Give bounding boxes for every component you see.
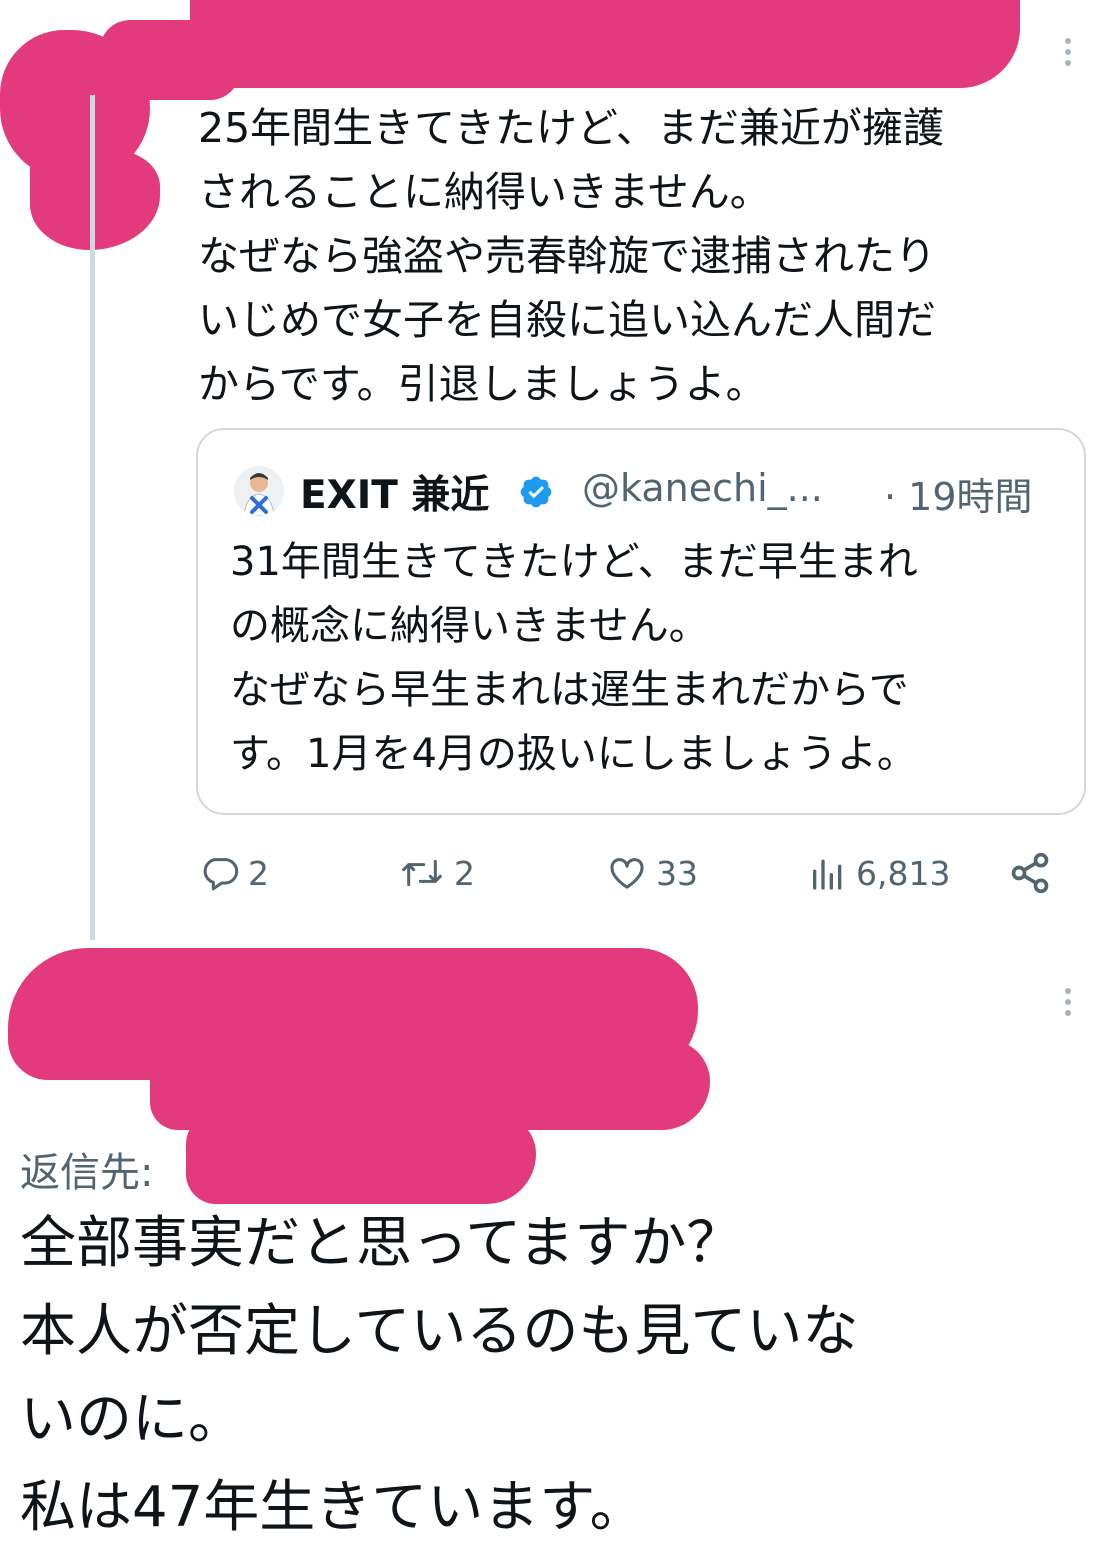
views-count: 6,813	[856, 853, 951, 893]
tweet-text: 25年間生きてきたけど、まだ兼近が擁護 されることに納得いきません。 なぜなら強…	[198, 104, 944, 408]
views-icon	[813, 859, 842, 890]
reply-count: 2	[248, 853, 269, 893]
reply-to-label: 返信先:	[20, 1150, 154, 1196]
quote-timestamp[interactable]: · 19時間	[884, 466, 1033, 521]
quote-tweet-card[interactable]: EXIT 兼近 @kanechi_... · 19時間 31年間生きてきたけど、…	[196, 428, 1086, 815]
more-icon[interactable]	[1062, 988, 1074, 1016]
thread-line	[90, 95, 95, 940]
quote-text: 31年間生きてきたけど、まだ早生まれ の概念に納得いきません。 なぜなら早生まれ…	[230, 539, 918, 777]
retweet-button[interactable]: 2	[398, 848, 475, 898]
more-icon[interactable]	[1062, 38, 1074, 66]
retweet-count: 2	[454, 853, 475, 893]
quote-avatar[interactable]	[234, 466, 284, 516]
quote-author-handle[interactable]: @kanechi_...	[582, 466, 823, 510]
redaction-header	[190, 0, 1020, 88]
share-button[interactable]	[1008, 848, 1052, 898]
verified-badge-icon	[520, 476, 552, 508]
redaction-avatar-tail	[30, 150, 160, 250]
share-icon	[1011, 852, 1049, 894]
retweet-icon	[402, 859, 442, 887]
views-button[interactable]: 6,813	[808, 848, 950, 898]
like-count: 33	[656, 853, 698, 893]
quote-author-name[interactable]: EXIT 兼近	[300, 464, 489, 520]
like-button[interactable]: 33	[606, 848, 698, 898]
reply-icon	[203, 858, 239, 891]
redaction-reply-to	[186, 1114, 536, 1204]
reply-button[interactable]: 2	[200, 848, 269, 898]
reply-text: 全部事実だと思ってますか？ 本人が否定しているのも見ていな いのに。 私は47年…	[20, 1211, 859, 1540]
like-icon	[610, 858, 644, 889]
redaction-header-bridge	[100, 20, 240, 100]
